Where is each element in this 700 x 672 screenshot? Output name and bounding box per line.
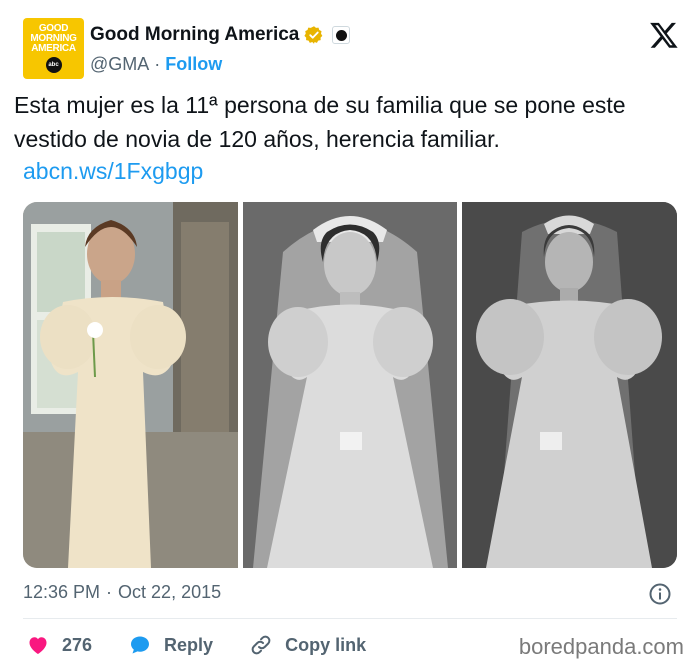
photo-color-bride[interactable]: [23, 202, 238, 568]
photo-bw-bride-1[interactable]: [243, 202, 457, 568]
reply-button[interactable]: Reply: [128, 633, 213, 657]
link-icon: [251, 635, 271, 655]
tweet-text: Esta mujer es la 11ª persona de su famil…: [14, 92, 626, 152]
reply-label: Reply: [164, 634, 214, 655]
reply-bubble-icon: [131, 636, 150, 654]
x-logo-icon[interactable]: [649, 20, 679, 50]
like-count: 276: [62, 634, 93, 655]
user-handle[interactable]: @GMA: [90, 54, 149, 75]
tweet-date: Oct 22, 2015: [118, 582, 222, 602]
tweet-time: 12:36 PM: [23, 582, 101, 602]
follow-button[interactable]: Follow: [165, 54, 222, 75]
photo-bw-bride-1-image: [243, 202, 457, 568]
handle-row: @GMA · Follow: [90, 52, 222, 76]
avatar-text-3: AMERICA: [31, 43, 76, 54]
photo-color-bride-image: [23, 202, 238, 568]
display-name[interactable]: Good Morning America: [90, 24, 299, 46]
media-grid[interactable]: [23, 202, 677, 568]
photo-bw-bride-2-image: [462, 202, 677, 568]
avatar[interactable]: GOOD MORNING AMERICA abc: [23, 18, 84, 79]
tweet-header: GOOD MORNING AMERICA abc Good Morning Am…: [23, 18, 683, 80]
avatar-badge: abc: [45, 57, 62, 73]
affiliate-badge-icon: [332, 26, 351, 44]
copy-link-button[interactable]: Copy link: [249, 633, 366, 657]
tweet-link[interactable]: abcn.ws/1Fxgbgp: [23, 156, 203, 186]
tweet-timestamp[interactable]: 12:36 PM · Oct 22, 2015: [23, 582, 221, 603]
action-bar: 276 Reply Copy link: [26, 630, 402, 660]
timestamp-separator: ·: [106, 582, 113, 602]
like-button[interactable]: 276: [26, 633, 92, 657]
copy-link-label: Copy link: [285, 634, 367, 655]
heart-icon: [29, 637, 47, 654]
divider: [23, 618, 677, 619]
name-row: Good Morning America: [90, 22, 351, 48]
handle-separator: ·: [154, 53, 161, 74]
boredpanda-watermark: boredpanda.com: [518, 634, 684, 659]
info-icon[interactable]: [648, 582, 672, 606]
photo-bw-bride-2[interactable]: [462, 202, 677, 568]
verified-badge-icon: [304, 26, 323, 44]
